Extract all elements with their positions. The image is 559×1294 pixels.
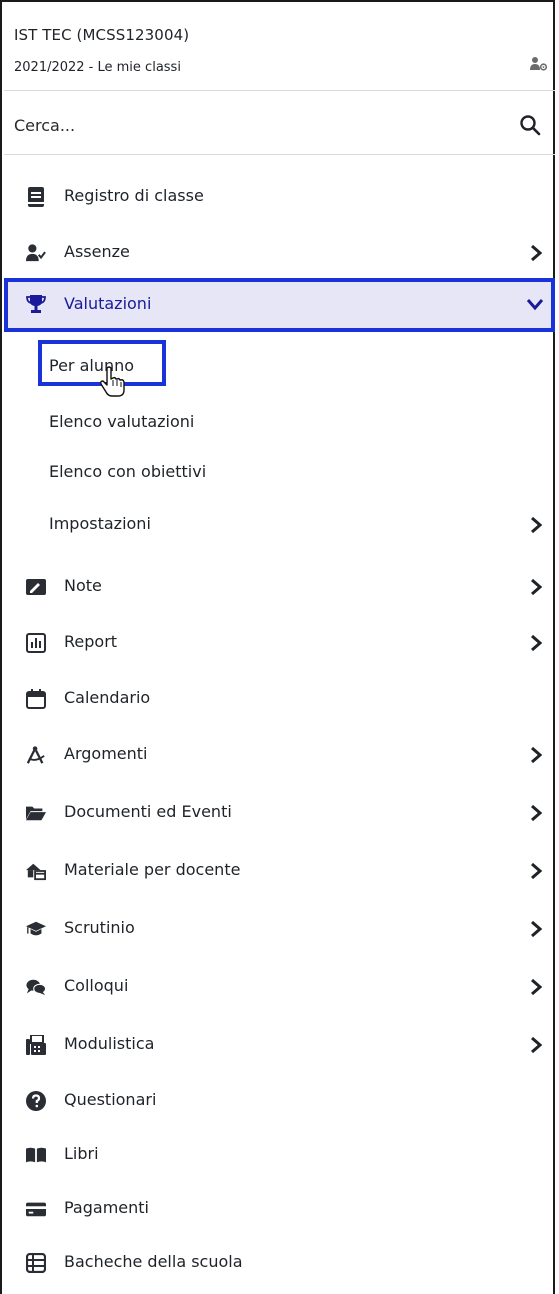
divider [4,154,555,155]
menu-item-libri[interactable]: Libri [4,1126,555,1184]
menu-item-label: Note [64,576,102,595]
menu-item-label: Assenze [64,242,130,261]
menu-item-registro-di-classe[interactable]: Registro di classe [4,168,555,226]
home-box-icon [26,863,46,881]
menu-item-calendario[interactable]: Calendario [4,670,555,728]
menu-item-label: Pagamenti [64,1198,149,1217]
menu-item-report[interactable]: Report [4,614,555,672]
chevron-right-icon [531,244,543,262]
menu-item-label: Modulistica [64,1034,155,1053]
report-chart-icon [26,633,46,653]
menu-item-bacheche-della-scuola[interactable]: Bacheche della scuola [4,1234,555,1292]
school-name: IST TEC (MCSS123004) [14,26,190,44]
menu-item-label: Documenti ed Eventi [64,802,232,821]
menu-item-label: Materiale per docente [64,860,241,879]
menu-item-label: Scrutinio [64,918,135,937]
menu-item-questionari[interactable]: Questionari [4,1072,555,1130]
open-book-icon [26,1147,46,1163]
search-bar [14,110,544,146]
header: IST TEC (MCSS123004) 2021/2022 - Le mie … [14,26,544,75]
chevron-right-icon [531,1036,543,1054]
menu-item-modulistica[interactable]: Modulistica [4,1016,555,1074]
chat-bubbles-icon [26,979,46,996]
submenu-item-elenco-con-obiettivi[interactable]: Elenco con obiettivi [4,444,555,502]
trophy-icon [26,295,46,313]
menu-item-materiale-per-docente[interactable]: Materiale per docente [4,842,555,900]
chevron-right-icon [531,634,543,652]
menu-item-pagamenti[interactable]: Pagamenti [4,1180,555,1238]
question-circle-icon [26,1091,46,1111]
book-icon [28,187,44,207]
menu-item-assenze[interactable]: Assenze [4,224,555,282]
note-icon [26,579,46,595]
menu-item-label: Questionari [64,1090,157,1109]
chevron-right-icon [531,862,543,880]
menu-item-label: Registro di classe [64,186,204,205]
chevron-right-icon [531,804,543,822]
navigation-drawer: IST TEC (MCSS123004) 2021/2022 - Le mie … [0,0,555,1294]
menu-item-label: Colloqui [64,976,129,995]
board-list-icon [26,1253,46,1273]
chevron-down-icon [526,299,544,311]
credit-card-icon [26,1202,46,1217]
submenu-item-label: Impostazioni [49,514,151,533]
menu-item-documenti-ed-eventi[interactable]: Documenti ed Eventi [4,784,555,842]
menu-item-label: Report [64,632,118,651]
menu-item-label: Calendario [64,688,151,707]
chevron-right-icon [531,746,543,764]
search-input[interactable] [14,116,484,135]
menu-item-label: Argomenti [64,744,148,763]
menu-item-scrutinio[interactable]: Scrutinio [4,900,555,958]
menu-item-label: Bacheche della scuola [64,1252,243,1271]
user-gear-icon[interactable] [530,56,548,72]
menu-item-colloqui[interactable]: Colloqui [4,958,555,1016]
menu-item-argomenti[interactable]: Argomenti [4,726,555,784]
menu-item-label: Libri [64,1144,99,1163]
graduation-cap-icon [26,921,46,936]
user-check-icon [26,244,46,262]
submenu-item-label: Elenco con obiettivi [49,462,207,481]
fax-icon [26,1035,46,1055]
compass-icon [26,746,45,764]
chevron-right-icon [531,578,543,596]
submenu-item-impostazioni[interactable]: Impostazioni [4,496,555,554]
menu-item-note[interactable]: Note [4,558,555,616]
menu-item-label: Valutazioni [64,294,152,313]
calendar-icon [26,689,46,709]
menu-item-valutazioni[interactable]: Valutazioni [4,278,555,332]
chevron-right-icon [531,516,543,534]
chevron-right-icon [531,920,543,938]
divider [4,90,555,91]
school-year: 2021/2022 - Le mie classi [14,60,181,75]
submenu-item-label: Elenco valutazioni [49,412,195,431]
folder-open-icon [26,806,46,821]
search-icon[interactable] [519,114,541,136]
chevron-right-icon [531,978,543,996]
